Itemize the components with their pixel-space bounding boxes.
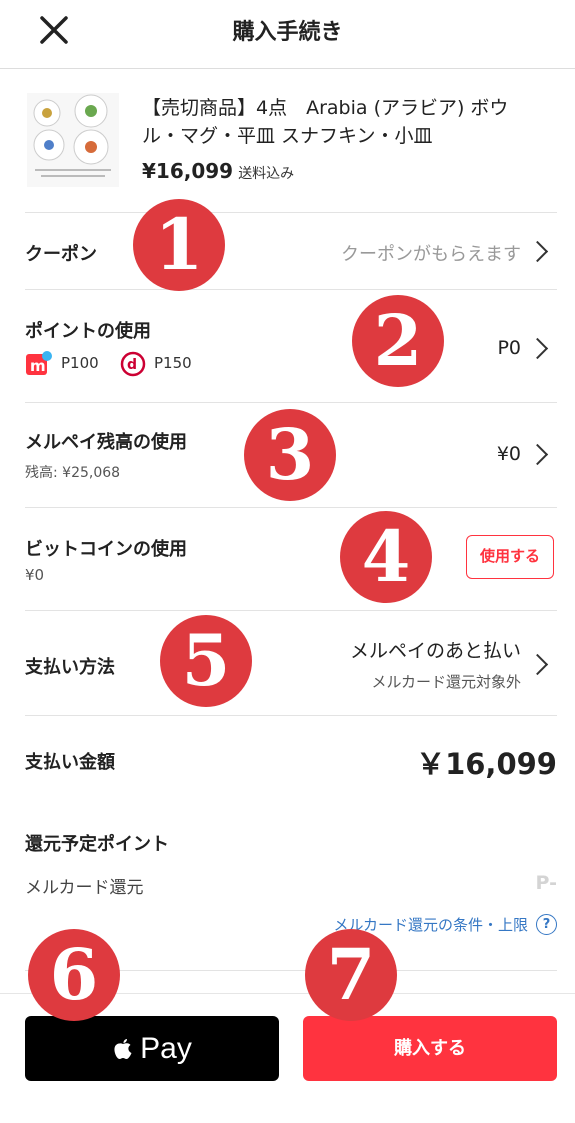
apple-pay-button[interactable]: Pay xyxy=(25,1016,279,1081)
shipping-note: 送料込み xyxy=(238,166,295,182)
merpay-balance-label: メルペイ残高の使用 xyxy=(25,432,187,453)
svg-text:m: m xyxy=(30,357,46,375)
card-reward-label: メルカード還元 xyxy=(25,878,144,898)
merpay-balance-value: ¥0 xyxy=(496,443,521,465)
payment-method-note: メルカード還元対象外 xyxy=(371,673,521,691)
merpoint-amount: P100 xyxy=(61,354,99,372)
chevron-right-icon xyxy=(526,653,549,676)
bitcoin-label: ビットコインの使用 xyxy=(25,539,187,560)
page-title: 購入手続き xyxy=(232,20,343,45)
header-bar: 購入手続き xyxy=(0,0,575,68)
bitcoin-amount: ¥0 xyxy=(25,566,45,584)
purchase-button[interactable]: 購入する xyxy=(303,1016,557,1081)
bitcoin-row: ビットコインの使用 ¥0 使用する xyxy=(0,508,575,610)
annotation-badge-1: 1 xyxy=(133,199,225,291)
coupon-row[interactable]: クーポン クーポンがもらえます xyxy=(0,213,575,289)
dpoint-icon: d xyxy=(120,351,146,377)
payment-method-label: 支払い方法 xyxy=(25,657,115,678)
product-title: 【売切商品】4点 Arabia (アラビア) ボウル・マグ・平皿 スナフキン・小… xyxy=(142,97,509,147)
payment-method-value: メルペイのあと払い xyxy=(349,640,521,662)
total-row: 支払い金額 ￥16,099 xyxy=(0,716,575,802)
apple-pay-label: Pay xyxy=(140,1031,192,1065)
dpoint-amount: P150 xyxy=(154,354,192,372)
total-label: 支払い金額 xyxy=(25,752,115,773)
coupon-label: クーポン xyxy=(25,244,97,265)
apple-logo-icon xyxy=(112,1035,134,1062)
svg-text:d: d xyxy=(127,357,137,373)
merpay-balance-amount: 残高: ¥25,068 xyxy=(25,465,121,481)
points-label: ポイントの使用 xyxy=(25,321,151,342)
annotation-badge-6: 6 xyxy=(28,929,120,1021)
chevron-right-icon xyxy=(526,443,549,466)
product-price: ¥16,099 xyxy=(142,159,234,183)
card-reward-value: P- xyxy=(535,872,557,894)
payment-method-row[interactable]: 支払い方法 メルペイのあと払い メルカード還元対象外 xyxy=(0,611,575,715)
product-thumbnail[interactable] xyxy=(27,93,119,187)
annotation-badge-7: 7 xyxy=(305,929,397,1021)
annotation-badge-2: 2 xyxy=(352,295,444,387)
annotation-badge-3: 3 xyxy=(244,409,336,501)
points-row[interactable]: ポイントの使用 m P100 d P150 P0 xyxy=(0,290,575,402)
header-divider xyxy=(0,68,575,69)
annotation-badge-5: 5 xyxy=(160,615,252,707)
use-bitcoin-button[interactable]: 使用する xyxy=(466,535,554,579)
points-value: P0 xyxy=(497,337,521,359)
chevron-right-icon xyxy=(526,337,549,360)
chevron-right-icon xyxy=(526,240,549,263)
annotation-badge-4: 4 xyxy=(340,511,432,603)
merpoint-icon: m xyxy=(25,351,53,375)
coupon-value: クーポンがもらえます xyxy=(341,244,521,265)
total-value: ￥16,099 xyxy=(416,747,557,781)
help-icon: ? xyxy=(536,913,557,935)
reward-label: 還元予定ポイント xyxy=(25,834,169,855)
